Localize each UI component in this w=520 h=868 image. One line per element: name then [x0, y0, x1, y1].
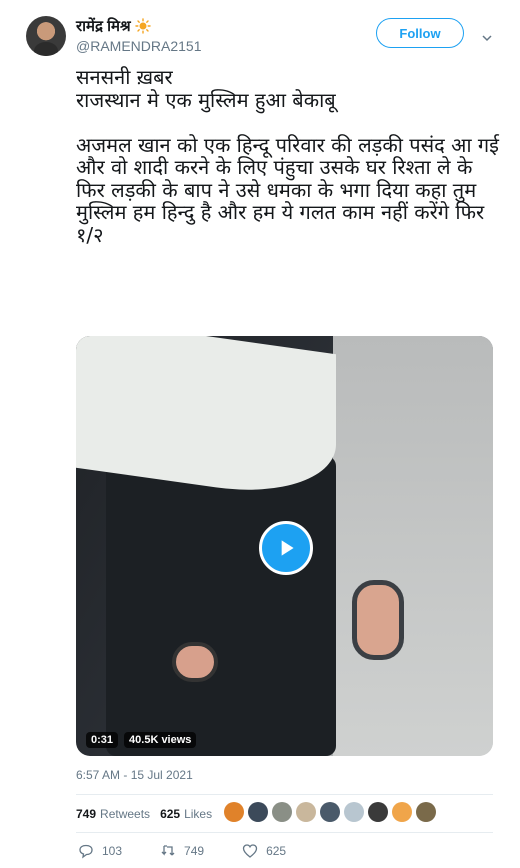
video-duration: 0:31 [86, 732, 119, 748]
liker-avatar[interactable] [368, 802, 388, 822]
tweet-text: सनसनी ख़बर राजस्थान मे एक मुस्लिम हुआ बे… [76, 65, 499, 247]
play-icon[interactable] [259, 521, 313, 575]
liker-avatar[interactable] [320, 802, 340, 822]
video-badges: 0:31 40.5K views [86, 732, 197, 748]
like-action[interactable]: 625 [242, 843, 286, 859]
tweet-actions: 103 749 625 [78, 843, 324, 859]
follow-button[interactable]: Follow [376, 18, 464, 48]
divider [76, 832, 493, 833]
avatar[interactable] [26, 16, 66, 56]
retweets-label[interactable]: Retweets [100, 807, 150, 821]
video-player[interactable]: 0:31 40.5K views [76, 336, 493, 756]
liker-avatar[interactable] [296, 802, 316, 822]
tweet-stats: 749 Retweets 625 Likes [76, 804, 222, 824]
likes-count[interactable]: 625 [160, 807, 180, 821]
liker-avatar[interactable] [416, 802, 436, 822]
retweet-action[interactable]: 749 [160, 843, 204, 859]
video-views: 40.5K views [124, 732, 197, 748]
likes-label[interactable]: Likes [184, 807, 212, 821]
tweet-header: रामेंद्र मिश्र @RAMENDRA2151 Follow [20, 14, 500, 58]
liker-avatar[interactable] [272, 802, 292, 822]
liker-avatar[interactable] [344, 802, 364, 822]
display-name[interactable]: रामेंद्र मिश्र [76, 16, 131, 36]
video-frame-foot [172, 642, 218, 682]
liker-avatar[interactable] [248, 802, 268, 822]
sun-icon [134, 18, 151, 34]
display-name-row[interactable]: रामेंद्र मिश्र [76, 16, 201, 36]
video-frame-floor [333, 336, 493, 756]
user-handle[interactable]: @RAMENDRA2151 [76, 38, 201, 54]
divider [76, 794, 493, 795]
liker-avatar[interactable] [392, 802, 412, 822]
chevron-down-icon[interactable] [482, 28, 492, 42]
reply-icon[interactable] [78, 843, 94, 859]
retweet-icon[interactable] [160, 843, 176, 859]
retweet-count: 749 [184, 844, 205, 858]
reply-count: 103 [102, 844, 123, 858]
like-count: 625 [266, 844, 287, 858]
liker-avatar[interactable] [224, 802, 244, 822]
reply-action[interactable]: 103 [78, 843, 122, 859]
heart-icon[interactable] [242, 843, 258, 859]
video-frame-figure [106, 456, 336, 756]
retweets-count[interactable]: 749 [76, 807, 96, 821]
user-info: रामेंद्र मिश्र @RAMENDRA2151 [76, 16, 201, 54]
video-frame-foot [352, 580, 404, 660]
liker-avatars [224, 802, 436, 822]
tweet-timestamp[interactable]: 6:57 AM - 15 Jul 2021 [76, 768, 193, 782]
